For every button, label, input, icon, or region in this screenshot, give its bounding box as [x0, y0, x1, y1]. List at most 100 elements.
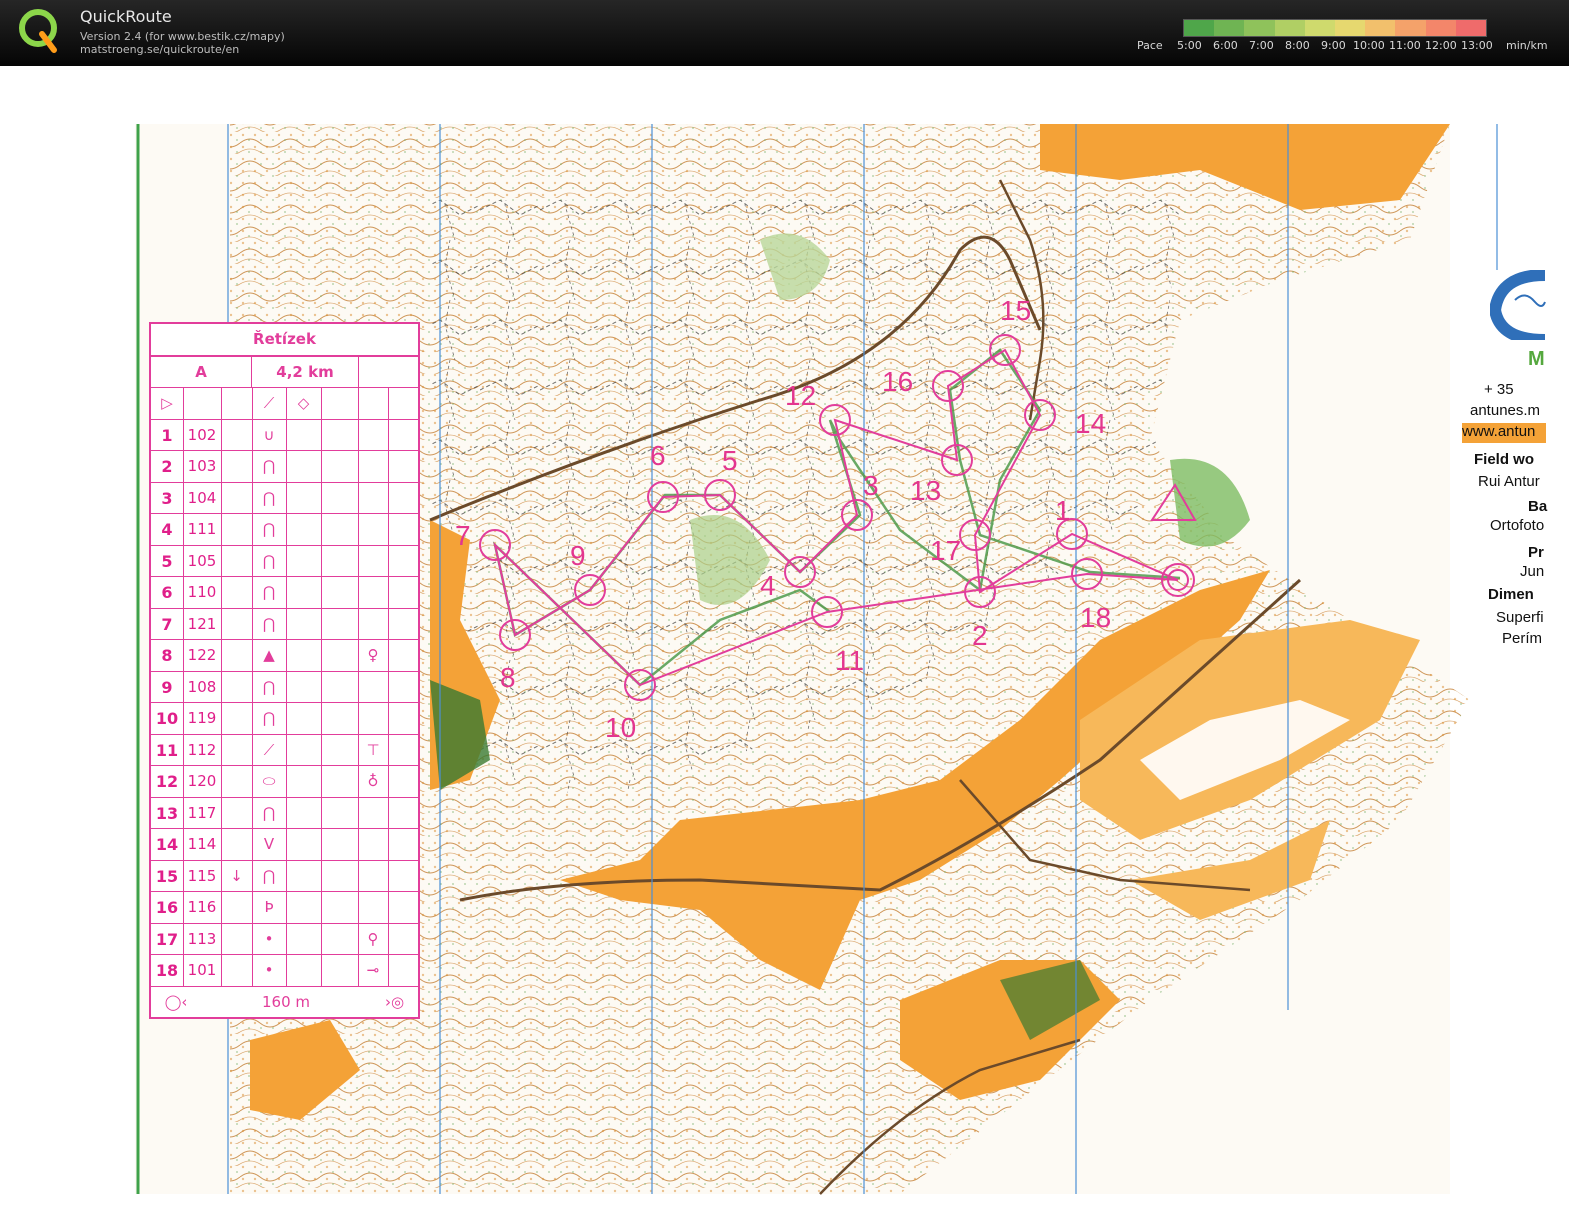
feature-symbol: ⋂	[262, 583, 276, 601]
location-symbol: ⊤	[366, 740, 380, 759]
control-sequence-number: 12	[155, 772, 179, 791]
control-number-label: 11	[835, 645, 865, 676]
pace-color-cell	[1365, 20, 1396, 36]
control-number-label: 3	[863, 470, 879, 501]
grid-line	[321, 640, 322, 672]
legend-web1: antunes.m	[1470, 402, 1541, 419]
legend-field-work: Field wo	[1474, 451, 1534, 468]
grid-line	[358, 388, 359, 420]
description-row: 3 104 ⋂	[151, 481, 418, 514]
grid-line	[388, 388, 389, 420]
control-number-label: 8	[500, 662, 516, 693]
grid-line	[388, 545, 389, 577]
grid-line	[221, 766, 222, 798]
description-row: 16 116 Ϸ	[151, 891, 418, 924]
grid-line	[321, 703, 322, 735]
finish-start-icon: ◯‹	[164, 992, 188, 1011]
map-canvas[interactable]: 1 2 3 4 5 6 7 8 9 10 11 12 13 14 15 16 17 18 M + 35 antun…	[0, 66, 1569, 1206]
control-number-label: 14	[1075, 408, 1107, 439]
grid-line	[183, 388, 184, 420]
pace-color-cell	[1335, 20, 1366, 36]
control-number-label: 13	[910, 475, 942, 506]
start-triangle-icon: ▷	[161, 394, 173, 412]
pace-tick-label: 11:00	[1389, 39, 1421, 52]
control-sequence-number: 17	[155, 929, 179, 949]
control-code: 119	[187, 709, 217, 727]
feature-symbol: ⋂	[262, 677, 276, 696]
control-number-label: 18	[1080, 602, 1112, 633]
grid-line	[286, 923, 287, 955]
legend-pr: Pr	[1528, 544, 1544, 561]
grid-line	[388, 860, 389, 892]
control-code: 104	[187, 488, 217, 507]
app-url: matstroeng.se/quickroute/en	[80, 43, 240, 56]
control-number-label: 6	[650, 440, 666, 471]
grid-line	[388, 892, 389, 924]
grid-line	[221, 703, 222, 735]
grid-line	[358, 892, 359, 924]
direction-marker: ↓	[230, 866, 243, 885]
location-symbol: ♀	[367, 646, 379, 664]
control-code: 111	[187, 520, 217, 538]
control-sequence-number: 15	[155, 866, 179, 886]
feature-symbol: ⋂	[262, 709, 276, 727]
feature-symbol: ⋂	[262, 457, 276, 475]
grid-line	[286, 419, 287, 451]
grid-line	[321, 860, 322, 892]
finish-circle-icon: ›◎	[384, 992, 405, 1011]
grid-line	[388, 640, 389, 672]
grid-line	[221, 545, 222, 577]
pace-tick-label: 6:00	[1213, 39, 1238, 52]
control-sequence-number: 3	[161, 488, 173, 508]
grid-line	[286, 608, 287, 640]
legend-field-name: Rui Antur	[1478, 473, 1540, 490]
grid-line	[221, 892, 222, 924]
pace-tick-label: 10:00	[1353, 39, 1385, 52]
control-sequence-number: 8	[161, 646, 173, 665]
grid-line	[221, 388, 222, 420]
grid-line	[321, 514, 322, 546]
grid-line	[221, 734, 222, 766]
pace-color-cell	[1214, 20, 1245, 36]
control-sequence-number: 7	[161, 614, 173, 634]
grid-line	[358, 703, 359, 735]
course-name: A	[151, 357, 252, 387]
grid-line	[388, 514, 389, 546]
pace-label: Pace	[1137, 39, 1163, 52]
control-number-label: 2	[972, 620, 988, 651]
location-symbol: ⚲	[367, 929, 379, 948]
pace-tick-label: 13:00	[1461, 39, 1493, 52]
finish-distance: 160 m	[261, 992, 310, 1011]
grid-line	[388, 451, 389, 483]
grid-line	[388, 955, 389, 987]
description-row: 1 102 ∪	[151, 418, 418, 451]
legend-web2: www.antun	[1462, 423, 1546, 443]
grid-line	[321, 545, 322, 577]
legend-pr-value: Jun	[1520, 563, 1545, 580]
grid-line	[286, 955, 287, 987]
grid-line	[286, 734, 287, 766]
grid-line	[221, 451, 222, 483]
grid-line	[388, 797, 389, 829]
grid-line	[286, 860, 287, 892]
grid-line	[321, 451, 322, 483]
pace-color-scale	[1183, 19, 1487, 37]
grid-line	[221, 797, 222, 829]
pace-tick-label: 5:00	[1177, 39, 1202, 52]
description-row: ▷ ⟋ ◇	[151, 387, 418, 420]
legend-dim1: Superfi	[1496, 609, 1544, 626]
pace-color-cell	[1425, 20, 1456, 36]
pace-tick-label: 8:00	[1285, 39, 1310, 52]
control-number-label: 16	[882, 366, 914, 397]
control-code: 112	[187, 740, 217, 759]
grid-line	[388, 671, 389, 703]
control-code: 120	[187, 772, 217, 790]
grid-line	[358, 514, 359, 546]
control-number-label: 1	[1055, 495, 1071, 526]
grid-line	[221, 608, 222, 640]
grid-line	[321, 671, 322, 703]
feature-symbol: V	[263, 835, 275, 853]
grid-line	[388, 829, 389, 861]
feature-symbol: •	[264, 961, 274, 979]
grid-line	[221, 640, 222, 672]
